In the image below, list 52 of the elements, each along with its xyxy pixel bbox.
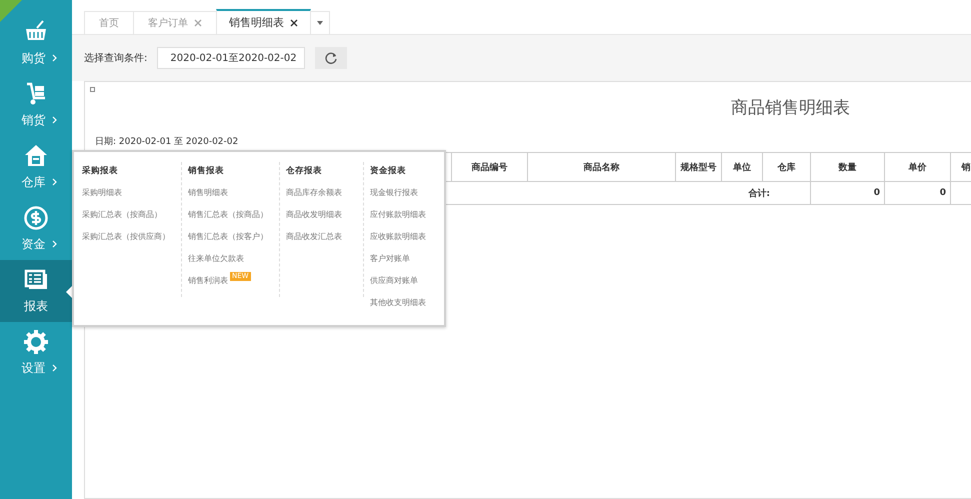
menu-item[interactable]: 现金银行报表 <box>370 184 434 206</box>
nav-item[interactable]: 仓库 <box>0 136 72 198</box>
house-icon <box>24 144 48 168</box>
table-cell: 0 <box>884 182 950 204</box>
date-range-text: 日期: 2020-02-01 至 2020-02-02 <box>95 136 240 148</box>
nav-item[interactable]: 报表 <box>0 260 72 322</box>
column-header: 商品编号 <box>452 152 528 182</box>
menu-item[interactable]: 采购明细表 <box>82 184 177 206</box>
refresh-button[interactable] <box>315 47 348 69</box>
hand-truck-icon <box>24 82 48 106</box>
report-icon <box>24 268 48 292</box>
total-label: 合计: <box>748 188 770 198</box>
menu-heading: 销售报表 <box>188 164 225 178</box>
menu-item[interactable]: 供应商对账单 <box>370 272 434 294</box>
menu-item[interactable]: 商品收发明细表 <box>286 206 359 228</box>
small-square-icon <box>90 87 95 92</box>
menu-heading: 资金报表 <box>370 164 407 178</box>
column-header: 销 <box>950 152 971 182</box>
menu-item[interactable]: 往来单位欠款表 <box>188 250 275 272</box>
menu-item[interactable]: 应付账款明细表 <box>370 206 434 228</box>
column-header: 单价 <box>884 152 950 182</box>
column-header: 规格型号 <box>676 152 722 182</box>
menu-item[interactable]: 客户对账单 <box>370 250 434 272</box>
gear-icon <box>24 330 48 354</box>
date-range-select[interactable]: 2020-02-01至2020-02-02 <box>157 47 306 69</box>
nav-item[interactable]: 销货 <box>0 74 72 136</box>
menu-item[interactable]: 销售汇总表（按客户） <box>188 228 275 250</box>
menu-item[interactable]: 其他收支明细表 <box>370 294 434 316</box>
menu-item[interactable]: 销售明细表 <box>188 184 275 206</box>
nav-item[interactable]: 设置 <box>0 322 72 384</box>
table-cell: 0 <box>810 182 884 204</box>
report-title: 商品销售明细表 <box>730 97 851 119</box>
dollar-icon <box>24 206 48 230</box>
column-header: 仓库 <box>762 152 810 182</box>
menu-heading: 仓存报表 <box>286 164 323 178</box>
menu-item[interactable]: 商品收发汇总表 <box>286 228 359 250</box>
column-header: 数量 <box>810 152 884 182</box>
column-header: 商品名称 <box>528 152 676 182</box>
menu-item[interactable]: 商品库存余额表 <box>286 184 359 206</box>
menu-item[interactable]: 销售汇总表（按商品） <box>188 206 275 228</box>
menu-item[interactable]: 采购汇总表（按商品） <box>82 206 177 228</box>
query-label: 选择查询条件: <box>84 52 148 65</box>
tab-dropdown[interactable] <box>310 11 330 34</box>
caret-icon <box>317 21 323 25</box>
menu-heading: 采购报表 <box>82 164 119 178</box>
nav-item[interactable]: 购货 <box>0 12 72 74</box>
menu-item[interactable]: 采购汇总表（按供应商） <box>82 228 177 250</box>
nav-item[interactable]: 资金 <box>0 198 72 260</box>
column-header: 单位 <box>722 152 762 182</box>
tab[interactable]: 首页 <box>84 11 134 34</box>
refresh-icon <box>325 52 338 64</box>
menu-item[interactable]: 应收账款明细表 <box>370 228 434 250</box>
